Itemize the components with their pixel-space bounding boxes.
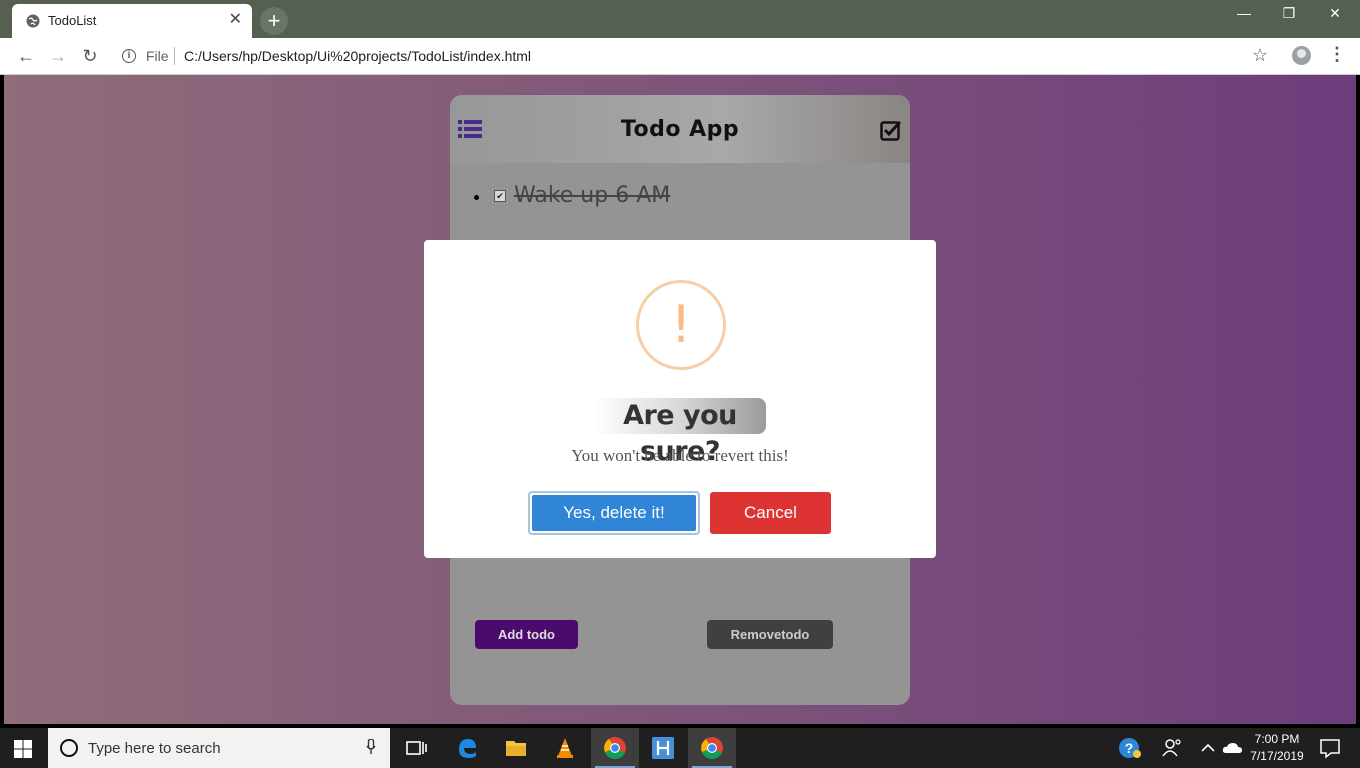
info-icon[interactable]: i [122, 49, 136, 63]
help-icon[interactable]: ? [1118, 736, 1142, 760]
remove-todo-button[interactable]: Removetodo [707, 620, 833, 649]
cancel-button[interactable]: Cancel [710, 492, 831, 534]
todo-checkbox[interactable]: ✔ [494, 190, 506, 202]
file-explorer-icon[interactable] [504, 736, 528, 760]
chrome-icon[interactable] [603, 736, 627, 760]
scheme-label: File [146, 48, 169, 64]
bookmark-star-icon[interactable]: ☆ [1252, 45, 1268, 66]
browser-toolbar: ← → ↻ i File C:/Users/hp/Desktop/Ui%20pr… [0, 38, 1360, 75]
app-header: Todo App [450, 95, 910, 163]
app-icon[interactable] [651, 736, 675, 760]
dialog-title: Are you sure? [594, 398, 766, 467]
confirm-delete-button[interactable]: Yes, delete it! [528, 491, 700, 535]
divider [174, 47, 175, 65]
microphone-icon[interactable] [366, 739, 376, 755]
bullet [474, 195, 479, 200]
browser-titlebar: TodoList ✕ + — ❐ ✕ [0, 0, 1360, 38]
todo-text[interactable]: Wake up 6 AM [514, 183, 670, 208]
page-viewport: Todo App ✔ Wake up 6 AM Add todo Removet… [4, 75, 1356, 724]
new-tab-button[interactable]: + [260, 7, 288, 35]
taskbar: Type here to search ? 7:00 PM 7/17/2019 [0, 728, 1360, 768]
dialog-message: You won't be able to revert this! [571, 446, 789, 465]
address-bar[interactable]: i File C:/Users/hp/Desktop/Ui%20projects… [112, 41, 1282, 71]
cortana-icon [60, 739, 78, 757]
chevron-up-icon[interactable] [1196, 736, 1220, 760]
vlc-icon[interactable] [553, 736, 577, 760]
people-icon[interactable] [1160, 736, 1184, 760]
search-placeholder: Type here to search [88, 740, 221, 757]
minimize-button[interactable]: — [1221, 0, 1267, 26]
clock-date: 7/17/2019 [1250, 749, 1304, 763]
check-square-icon[interactable] [880, 119, 902, 141]
svg-text:?: ? [1125, 740, 1134, 756]
app-title: Todo App [620, 117, 740, 142]
chrome-icon[interactable] [700, 736, 724, 760]
url-text[interactable]: C:/Users/hp/Desktop/Ui%20projects/TodoLi… [184, 48, 531, 64]
confirm-dialog: ! Are you sure? You won't be able to rev… [424, 240, 936, 558]
tab-title: TodoList [48, 13, 97, 28]
reload-button[interactable]: ↻ [80, 46, 100, 66]
globe-icon [26, 14, 40, 28]
confirm-delete-label: Yes, delete it! [532, 495, 696, 531]
add-todo-button[interactable]: Add todo [475, 620, 578, 649]
maximize-button[interactable]: ❐ [1266, 0, 1312, 26]
clock-time: 7:00 PM [1254, 732, 1300, 746]
taskbar-search[interactable]: Type here to search [48, 728, 390, 768]
forward-button[interactable]: → [48, 46, 68, 66]
system-clock[interactable]: 7:00 PM 7/17/2019 [1240, 731, 1314, 765]
close-window-button[interactable]: ✕ [1312, 0, 1358, 26]
browser-menu-icon[interactable]: ⋮ [1328, 44, 1346, 65]
browser-tab[interactable]: TodoList ✕ [12, 4, 252, 38]
action-center-icon[interactable] [1318, 736, 1342, 760]
tab-close-icon[interactable]: ✕ [229, 11, 242, 29]
edge-icon[interactable] [455, 736, 479, 760]
task-view-icon[interactable] [404, 736, 428, 760]
windows-start-icon[interactable] [14, 740, 32, 758]
back-button[interactable]: ← [16, 46, 36, 66]
warning-icon: ! [636, 280, 726, 370]
profile-avatar-icon[interactable] [1292, 46, 1311, 65]
